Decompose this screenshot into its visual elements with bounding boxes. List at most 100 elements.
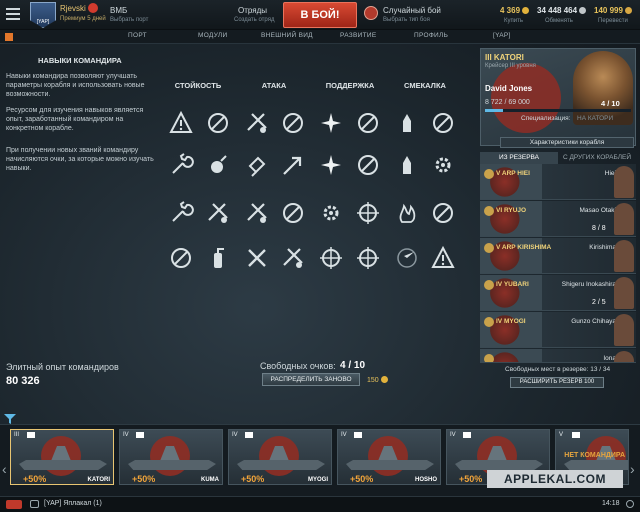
blocked-skill-icon[interactable]: [280, 110, 306, 136]
commander-card: III KATORI Крейсер III уровня David Jone…: [480, 48, 636, 146]
commander-points: 4 / 10: [601, 99, 620, 108]
wrench-icon[interactable]: [168, 200, 194, 226]
blocked-skill-icon[interactable]: [355, 152, 381, 178]
exchange-link[interactable]: Обменять: [545, 18, 573, 24]
target-icon[interactable]: [355, 200, 381, 226]
blocked-skill-icon[interactable]: [430, 110, 456, 136]
xp-bonus: +50%: [459, 474, 483, 484]
reserve-commander-row[interactable]: Iona: [480, 349, 636, 363]
chat-toggle-button[interactable]: [6, 500, 22, 509]
tools-icon[interactable]: [244, 200, 270, 226]
tab-clan[interactable]: [YAP]: [493, 32, 511, 39]
chat-channel[interactable]: [YAP] Яплакал (1): [44, 500, 102, 507]
target-icon[interactable]: [318, 245, 344, 271]
ship-card[interactable]: III +50% KATORI: [10, 429, 114, 485]
rank-icon: [484, 206, 494, 216]
ship-card[interactable]: IV +50% HOSHO: [337, 429, 441, 485]
radar-icon[interactable]: [394, 245, 420, 271]
reserve-commander-row[interactable]: V ARP KIRISHIMA Kirishima: [480, 238, 636, 274]
aircraft-icon[interactable]: [318, 152, 344, 178]
tab-from-reserve[interactable]: ИЗ РЕЗЕРВА: [480, 152, 558, 164]
crossed-guns-icon[interactable]: [244, 245, 270, 271]
convert-xp-link[interactable]: Перевести: [598, 18, 628, 24]
squads-button[interactable]: Отряды: [238, 6, 267, 15]
port-selector[interactable]: ВМБ: [110, 6, 127, 15]
gear-icon[interactable]: [430, 152, 456, 178]
blocked-skill-icon[interactable]: [355, 110, 381, 136]
battle-mode-icon[interactable]: [364, 6, 378, 20]
warning-skill-icon[interactable]: [430, 245, 456, 271]
username[interactable]: Rjevski: [60, 4, 86, 13]
hand-icon[interactable]: [244, 152, 270, 178]
reserve-commander-row[interactable]: VI RYUJO Masao Otaki 8 / 8: [480, 201, 636, 237]
fire-extinguisher-icon[interactable]: [205, 245, 231, 271]
buy-doubloons-link[interactable]: Купить: [504, 18, 523, 24]
battle-mode-title[interactable]: Случайный бой: [383, 6, 441, 15]
commander-name[interactable]: David Jones: [485, 84, 532, 93]
rank-icon: [484, 317, 494, 327]
clan-emblem[interactable]: [YAP]: [30, 2, 56, 28]
reserve-ship: V ARP HIEI: [496, 170, 530, 177]
warning-skill-icon[interactable]: [168, 110, 194, 136]
arrow-icon[interactable]: [280, 152, 306, 178]
free-xp-icon: [624, 7, 632, 14]
reserve-ship: IV YUBARI: [496, 281, 529, 288]
commander-xp: 8 722 / 69 000: [485, 99, 530, 106]
reserve-ship: V ARP KIRISHIMA: [496, 244, 552, 251]
tab-port[interactable]: ПОРТ: [128, 32, 147, 39]
carousel-left-arrow[interactable]: ‹: [2, 461, 7, 477]
nation-flag-icon: [463, 432, 471, 438]
reserve-commander-row[interactable]: IV MYOGI Gunzo Chihaya: [480, 312, 636, 348]
reserve-commander-portrait: [614, 240, 634, 272]
ship-tier: IV: [232, 432, 238, 438]
reserve-commander-row[interactable]: IV YUBARI Shigeru Inokashira 2 / 5: [480, 275, 636, 311]
shell-icon[interactable]: [394, 110, 420, 136]
gear-icon[interactable]: [318, 200, 344, 226]
ship-card[interactable]: IV +50% KUMA: [119, 429, 223, 485]
tab-research[interactable]: РАЗВИТИЕ: [340, 32, 376, 39]
blocked-skill-icon[interactable]: [168, 245, 194, 271]
blocked-skill-icon[interactable]: [280, 200, 306, 226]
xp-bonus: +50%: [350, 474, 374, 484]
redistribute-button[interactable]: РАСПРЕДЕЛИТЬ ЗАНОВО: [262, 373, 360, 386]
tools-icon[interactable]: [205, 200, 231, 226]
shell-icon[interactable]: [394, 152, 420, 178]
tab-from-other-ships[interactable]: С ДРУГИХ КОРАБЛЕЙ: [558, 152, 636, 164]
fire-icon[interactable]: [394, 200, 420, 226]
blocked-skill-icon[interactable]: [430, 200, 456, 226]
main-menu-icon[interactable]: [6, 8, 20, 20]
reserve-commander-name: Masao Otaki: [579, 207, 617, 214]
rank-icon: [484, 169, 494, 179]
blocked-skill-icon[interactable]: [205, 110, 231, 136]
tab-appearance[interactable]: ВНЕШНИЙ ВИД: [261, 32, 313, 39]
ship-card[interactable]: IV +50% MYOGI: [228, 429, 332, 485]
specialization-label: Специализация:: [521, 115, 571, 122]
reserve-commander-portrait: [614, 277, 634, 309]
ship-name: HOSHO: [414, 477, 437, 483]
battle-button[interactable]: В БОЙ!: [283, 2, 357, 28]
target-icon[interactable]: [355, 245, 381, 271]
xp-bonus: +50%: [23, 474, 47, 484]
ship-tier: V: [559, 432, 564, 438]
reserve-commander-points: 2 / 5: [592, 299, 606, 306]
free-points-value: 4 / 10: [340, 360, 366, 371]
expand-reserve-button[interactable]: РАСШИРИТЬ РЕЗЕРВ 100: [510, 377, 604, 388]
notifications-icon[interactable]: [5, 33, 13, 41]
wrench-icon[interactable]: [168, 152, 194, 178]
rank-icon: [484, 354, 494, 362]
ship-name: KATORI: [87, 477, 110, 483]
ship-silhouette: [455, 460, 543, 470]
ship-characteristics-button[interactable]: Характеристики корабля: [500, 137, 634, 148]
reserve-commander-row[interactable]: V ARP HIEI Hiei: [480, 164, 636, 200]
tab-modules[interactable]: МОДУЛИ: [198, 32, 227, 39]
filter-icon[interactable]: [4, 414, 16, 424]
carousel-right-arrow[interactable]: ›: [630, 461, 635, 477]
chat-icon[interactable]: [30, 500, 39, 508]
rank-icon: [484, 280, 494, 290]
bomb-icon[interactable]: [205, 152, 231, 178]
tools-icon[interactable]: [280, 245, 306, 271]
aircraft-icon[interactable]: [318, 110, 344, 136]
tools-icon[interactable]: [244, 110, 270, 136]
tab-profile[interactable]: ПРОФИЛЬ: [414, 32, 448, 39]
doubloon-icon: [522, 7, 530, 14]
